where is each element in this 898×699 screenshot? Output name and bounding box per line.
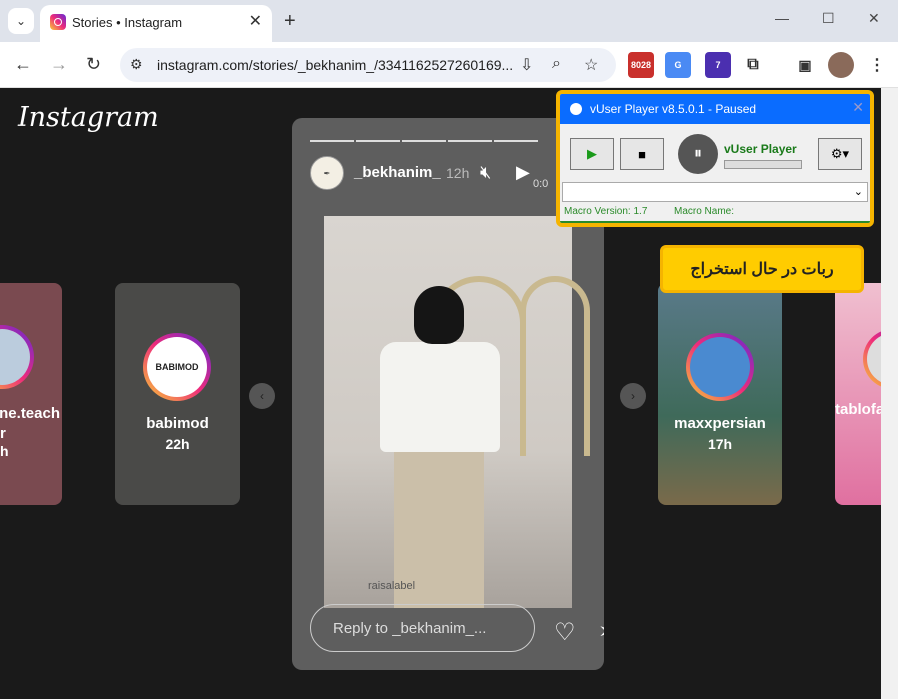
story-time: 22h	[165, 436, 190, 452]
tab-search-button[interactable]: ⌄	[8, 8, 34, 34]
vuser-title: vUser Player v8.5.0.1 - Paused	[590, 102, 757, 116]
story-avatar-ring	[686, 333, 754, 401]
url-text: instagram.com/stories/_bekhanim_/3341162…	[157, 57, 512, 73]
progress-segment	[310, 140, 354, 142]
vuser-macro-select[interactable]: ⌄	[562, 182, 868, 202]
vuser-play-button[interactable]: ▶	[570, 138, 614, 170]
reply-placeholder: Reply to _bekhanim_...	[333, 620, 487, 637]
story-username: ne.teach	[0, 405, 60, 422]
extension-purple-icon[interactable]: 7	[705, 52, 731, 78]
story-timestamp: 12h	[446, 165, 470, 181]
vuser-settings-gear-icon[interactable]: ⚙▾	[818, 138, 862, 170]
vuser-macro-name: Macro Name:	[674, 206, 735, 217]
gmail-notifier-icon[interactable]: 8028	[628, 52, 654, 78]
vuser-app-icon	[570, 103, 582, 115]
story-author-avatar[interactable]: ✒	[310, 156, 344, 190]
zoom-icon[interactable]: ⌕	[552, 55, 561, 73]
address-bar[interactable]: ⚙ instagram.com/stories/_bekhanim_/33411…	[120, 48, 616, 82]
vuser-macro-version: Macro Version: 1.7	[564, 206, 648, 217]
like-heart-icon[interactable]: ♡	[554, 618, 576, 647]
person-head	[414, 286, 464, 344]
vuser-pause-robot-icon: ⏸	[678, 134, 718, 174]
story-username: maxxpersian	[674, 415, 766, 432]
tab-instagram[interactable]: Stories • Instagram ✕	[40, 5, 272, 42]
reload-icon[interactable]: ↻	[86, 54, 101, 75]
vuser-name: vUser Player	[724, 142, 797, 156]
tab-title: Stories • Instagram	[72, 15, 183, 30]
reply-input[interactable]: Reply to _bekhanim_...	[310, 604, 535, 652]
vuser-close-icon[interactable]: ✕	[852, 99, 864, 116]
maximize-icon[interactable]: ☐	[822, 10, 835, 27]
play-icon[interactable]: ▶	[516, 162, 530, 183]
vuser-progress-bar	[724, 160, 802, 169]
page-scrollbar[interactable]	[881, 88, 898, 699]
story-avatar-ring	[0, 325, 34, 389]
story-card-maxxpersian[interactable]: maxxpersian 17h	[658, 283, 782, 505]
story-photo[interactable]: raisalabel	[324, 216, 590, 608]
tab-strip: ⌄ Stories • Instagram ✕ + — ☐ ✕	[0, 0, 898, 42]
mute-icon[interactable]: 🔇︎	[480, 162, 491, 183]
tab-close-icon[interactable]: ✕	[249, 11, 262, 31]
next-story-icon[interactable]: ›	[620, 383, 646, 409]
story-card-left-1[interactable]: ne.teach r h	[0, 283, 62, 505]
menu-kebab-icon[interactable]: ⋮	[864, 52, 890, 78]
minimize-icon[interactable]: —	[775, 10, 789, 26]
vuser-title-bar[interactable]: vUser Player v8.5.0.1 - Paused ✕	[560, 94, 870, 124]
progress-segment	[448, 140, 492, 142]
translate-icon[interactable]: G	[665, 52, 691, 78]
background-arch	[520, 276, 590, 456]
story-username: babimod	[146, 415, 209, 432]
status-callout: ربات در حال استخراج	[660, 245, 864, 293]
install-app-icon[interactable]: ⇩	[520, 55, 533, 75]
story-author-username[interactable]: _bekhanim_	[354, 164, 441, 181]
chevron-down-icon: ⌄	[853, 186, 863, 198]
close-window-icon[interactable]: ✕	[868, 10, 880, 27]
instagram-favicon-icon	[50, 14, 66, 30]
browser-toolbar: ← → ↻ ⚙ instagram.com/stories/_bekhanim_…	[0, 42, 898, 88]
babimod-avatar: BABIMOD	[147, 337, 207, 397]
story-card-babimod[interactable]: BABIMOD babimod 22h	[115, 283, 240, 505]
forward-icon[interactable]: →	[50, 54, 68, 75]
story-timer: 0:0	[533, 178, 549, 190]
progress-segment	[356, 140, 400, 142]
story-username-line2: r	[0, 425, 6, 442]
instagram-logo[interactable]: Instagram	[18, 102, 159, 133]
extensions-puzzle-icon[interactable]: ⧉	[740, 52, 766, 78]
progress-segment	[402, 140, 446, 142]
story-time: 17h	[707, 436, 733, 452]
previous-story-icon[interactable]: ‹	[249, 383, 275, 409]
gmail-badge: 8028	[630, 60, 652, 70]
story-time: h	[0, 443, 9, 459]
progress-segment	[494, 140, 538, 142]
site-info-icon[interactable]: ⚙	[130, 56, 143, 73]
bookmark-star-icon[interactable]: ☆	[584, 55, 598, 75]
story-avatar-ring: BABIMOD	[143, 333, 211, 401]
send-icon[interactable]: ➢	[598, 618, 604, 644]
person-shirt	[380, 342, 500, 452]
vuser-stop-button[interactable]: ■	[620, 138, 664, 170]
side-panel-icon[interactable]: ▣	[792, 52, 818, 78]
vuser-player-window: vUser Player v8.5.0.1 - Paused ✕ ▶ ■ ⏸ v…	[556, 90, 874, 227]
profile-avatar[interactable]	[828, 52, 854, 78]
back-icon[interactable]: ←	[14, 54, 32, 75]
photo-watermark: raisalabel	[368, 580, 416, 592]
purple-badge: 7	[715, 60, 721, 70]
vuser-status-line	[560, 221, 870, 223]
new-tab-button[interactable]: +	[284, 10, 296, 33]
